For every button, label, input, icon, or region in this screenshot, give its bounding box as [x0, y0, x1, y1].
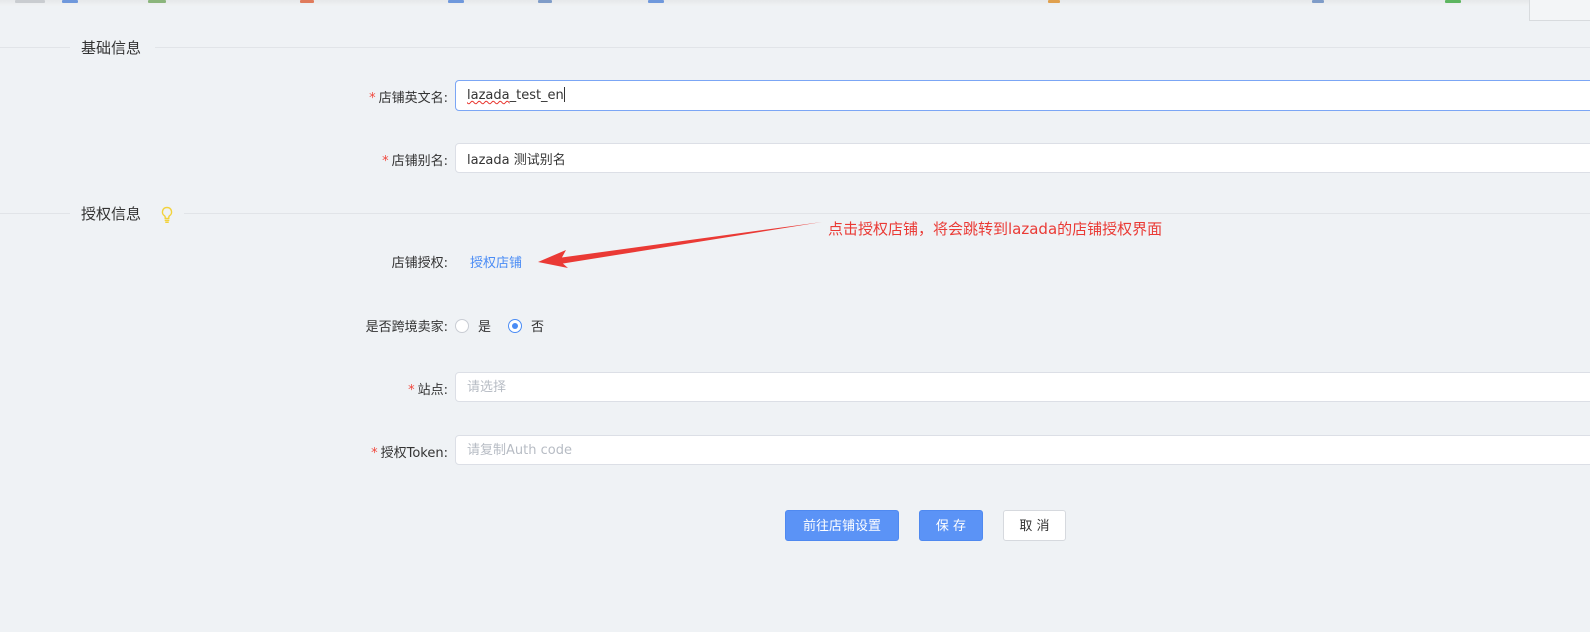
authorize-shop-link[interactable]: 授权店铺 [470, 252, 522, 271]
lightbulb-icon[interactable] [160, 206, 174, 224]
radio-button[interactable] [455, 318, 469, 333]
radio-label: 否 [531, 320, 545, 335]
shop-alias-input[interactable] [455, 143, 1590, 173]
site-label: * 站点: [408, 379, 448, 398]
annotation-text: 点击授权店铺，将会跳转到lazada的店铺授权界面 [828, 220, 1163, 238]
site-label-text: 站点: [417, 383, 448, 398]
annotation-arrow-head [538, 250, 568, 268]
cross-border-label: 是否跨境卖家: [365, 320, 448, 335]
site-select[interactable] [455, 372, 1590, 402]
save-button[interactable]: 保 存 [919, 510, 983, 541]
cancel-button[interactable]: 取 消 [1003, 510, 1066, 541]
section-divider-right [184, 213, 1590, 214]
top-strip [0, 0, 1590, 6]
auth-token-label-text: 授权Token: [380, 446, 448, 461]
shop-alias-label-text: 店铺别名: [391, 154, 448, 169]
auth-token-input[interactable] [455, 435, 1590, 465]
required-mark: * [408, 383, 415, 398]
section-title-basic-info: 基础信息 [81, 39, 142, 57]
cross-border-radio-yes[interactable]: 是 [455, 316, 491, 335]
required-mark: * [369, 91, 376, 106]
shop-auth-label: 店铺授权: [391, 256, 448, 271]
required-mark: * [382, 154, 389, 169]
shop-en-name-input[interactable]: lazada_test_en [455, 80, 1590, 111]
radio-button[interactable] [508, 318, 522, 333]
shop-en-name-label-text: 店铺英文名: [378, 91, 448, 106]
window-corner [1529, 0, 1590, 21]
auth-token-label: * 授权Token: [371, 442, 448, 461]
shop-en-name-value-rest: _test_en [509, 88, 564, 103]
text-caret [563, 87, 565, 102]
shop-alias-label: * 店铺别名: [382, 150, 448, 169]
section-title-auth-info: 授权信息 [81, 205, 142, 223]
shop-en-name-label: * 店铺英文名: [369, 87, 448, 106]
cross-border-radio-no[interactable]: 否 [508, 316, 544, 335]
shop-en-name-value-misspelled: lazada [467, 88, 510, 103]
goto-shop-settings-button[interactable]: 前往店铺设置 [785, 510, 899, 541]
radio-label: 是 [478, 320, 492, 335]
section-divider-right [155, 47, 1590, 48]
annotation-arrow-shaft [558, 222, 822, 264]
required-mark: * [371, 446, 378, 461]
section-divider-left [0, 47, 70, 48]
section-divider-left [0, 213, 70, 214]
